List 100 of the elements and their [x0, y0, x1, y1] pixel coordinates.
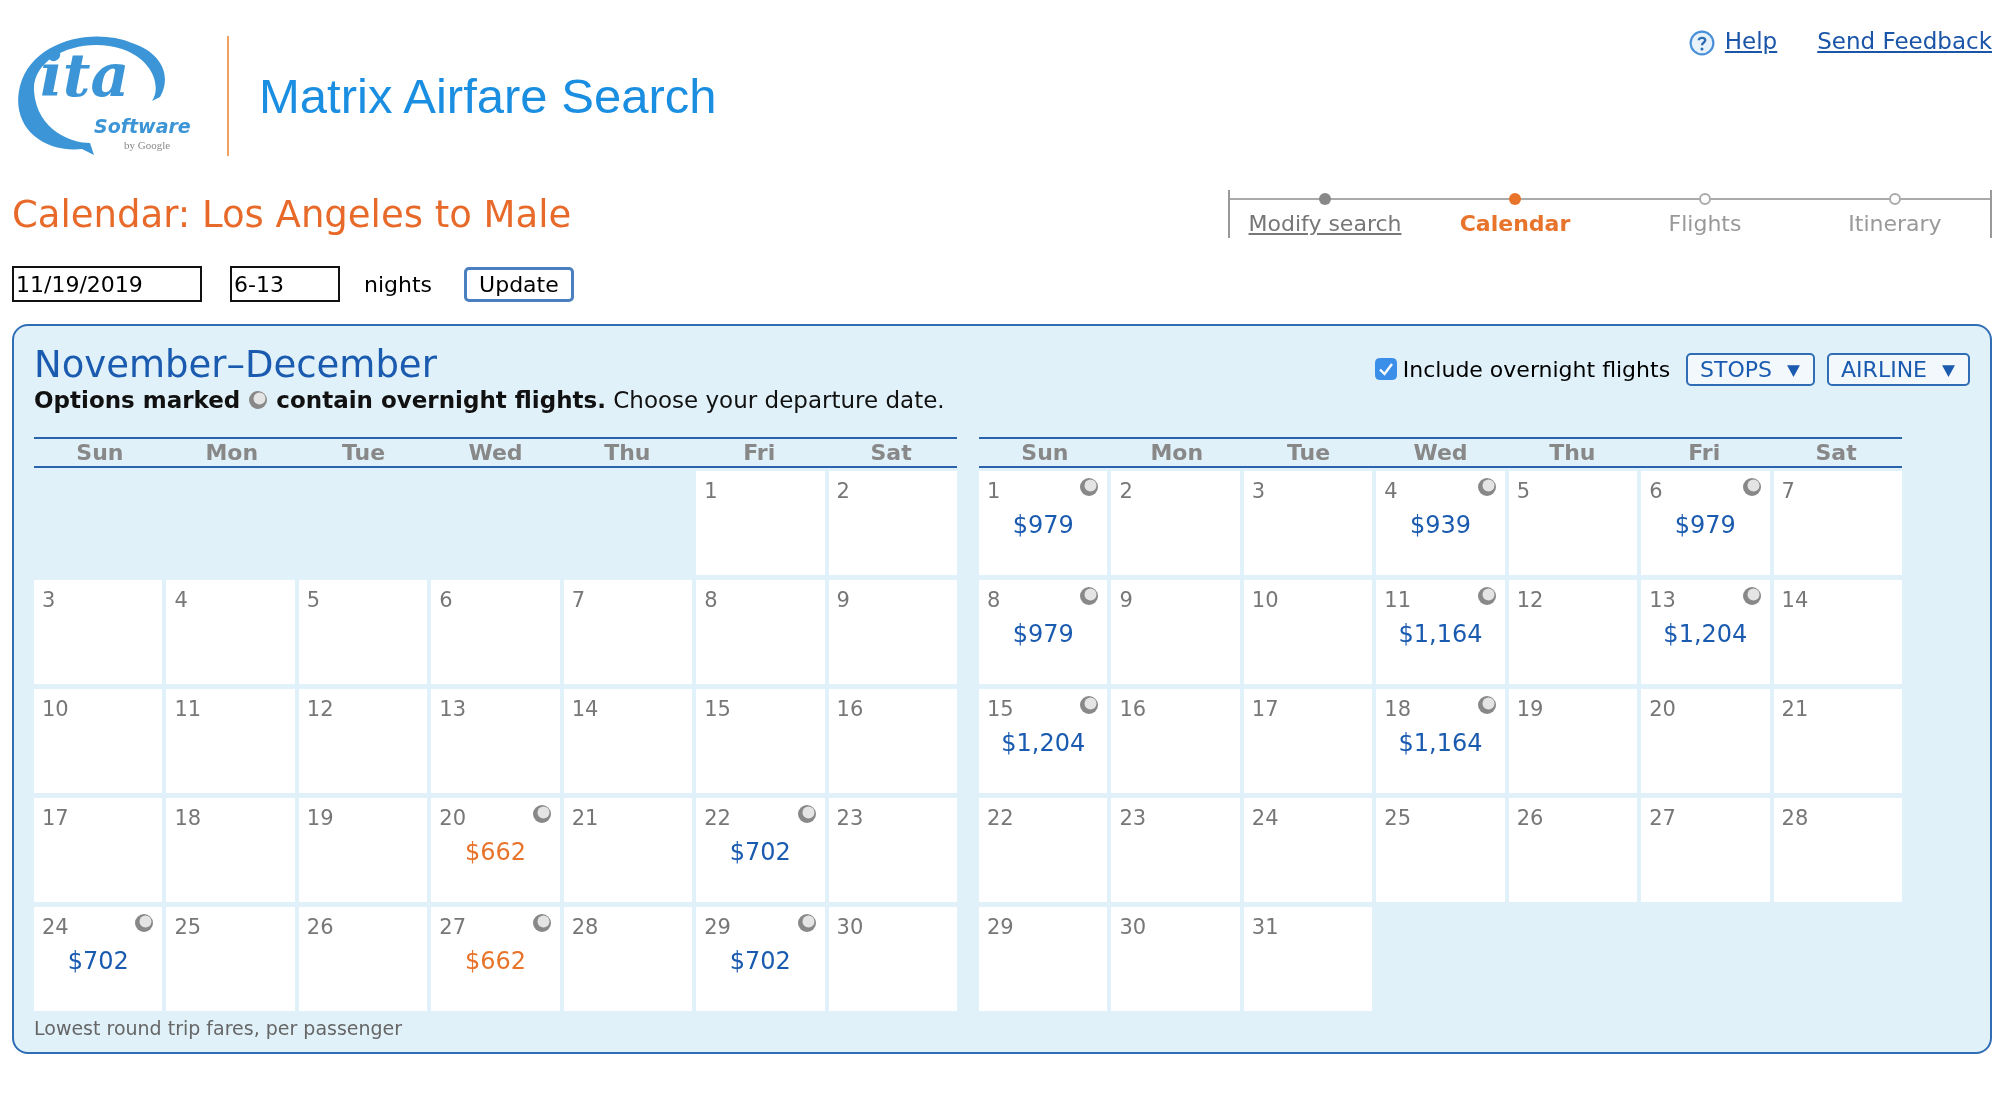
weekday-label: Tue — [341, 438, 387, 466]
fare-price[interactable]: $702 — [729, 837, 791, 866]
weekday-label: Sun — [75, 438, 125, 466]
day-number: 2 — [1119, 478, 1133, 503]
day-number: 22 — [704, 805, 731, 830]
logo-text: ita — [40, 45, 130, 105]
day-number: 17 — [1251, 696, 1279, 721]
day-cell[interactable]: 11 $1,164 — [1376, 579, 1505, 684]
day-number: 9 — [1119, 587, 1133, 612]
fare-price[interactable]: $702 — [67, 946, 129, 975]
day-cell[interactable]: 22 $702 — [696, 797, 825, 902]
weekday-label: Mon — [204, 438, 260, 466]
weekday-label: Tue — [1286, 438, 1332, 466]
day-number: 18 — [1384, 696, 1411, 721]
day-number: 11 — [174, 696, 202, 721]
day-cell[interactable]: 15 $1,204 — [979, 688, 1108, 793]
fare-price[interactable]: $1,164 — [1398, 728, 1483, 757]
update-button[interactable]: Update — [464, 266, 574, 302]
day-cell[interactable]: 29 $702 — [696, 906, 825, 1011]
day-number: 4 — [1384, 478, 1398, 503]
day-number: 15 — [987, 696, 1014, 721]
day-cell[interactable]: 13 $1,204 — [1641, 579, 1770, 684]
fare-price[interactable]: $1,204 — [1001, 728, 1086, 757]
day-number: 27 — [1649, 805, 1676, 830]
day-number: 20 — [1649, 696, 1676, 721]
day-number: 31 — [1251, 914, 1279, 939]
day-number: 1 — [704, 478, 718, 503]
fare-price[interactable]: $1,204 — [1663, 619, 1748, 648]
day-number: 11 — [1384, 587, 1411, 612]
overnight-checkbox[interactable] — [1374, 358, 1397, 380]
day-cell[interactable]: 20 $662 — [431, 797, 560, 902]
day-number: 4 — [174, 587, 188, 612]
day-cell[interactable]: 8 $979 — [979, 579, 1108, 684]
top-link[interactable]: Help — [1724, 28, 1778, 54]
filter-dropdown[interactable]: AIRLINE — [1827, 352, 1970, 386]
day-number: 13 — [1649, 587, 1676, 612]
day-number: 16 — [836, 696, 864, 721]
weekday-label: Wed — [467, 438, 524, 466]
caret-icon — [1941, 362, 1956, 378]
footer-note: Lowest round trip fares, per passenger — [34, 1016, 404, 1039]
day-number: 27 — [439, 914, 466, 939]
day-number: 18 — [174, 805, 202, 830]
day-number: 8 — [987, 587, 1001, 612]
day-number: 12 — [1516, 587, 1544, 612]
day-number: 21 — [571, 805, 599, 830]
day-number: 30 — [836, 914, 864, 939]
nights-field[interactable]: 6-13 — [230, 266, 340, 302]
day-number: 24 — [1251, 805, 1279, 830]
weekday-label: Sat — [869, 438, 913, 466]
day-cell[interactable]: 4 $939 — [1376, 470, 1505, 575]
fare-price[interactable]: $979 — [1012, 619, 1074, 648]
day-number: 3 — [1251, 478, 1266, 503]
weekday-label: Thu — [1548, 438, 1597, 466]
day-number: 26 — [1516, 805, 1544, 830]
day-number: 28 — [571, 914, 599, 939]
day-number: 10 — [1251, 587, 1279, 612]
fare-price[interactable]: $1,164 — [1398, 619, 1483, 648]
weekday-label: Sat — [1814, 438, 1858, 466]
day-number: 12 — [306, 696, 334, 721]
day-number: 22 — [987, 805, 1014, 830]
day-cell[interactable]: 27 $662 — [431, 906, 560, 1011]
day-cell[interactable]: 18 $1,164 — [1376, 688, 1505, 793]
logo-text: by Google — [124, 139, 171, 151]
date-field[interactable]: 11/19/2019 — [12, 266, 202, 302]
day-number: 14 — [1781, 587, 1809, 612]
day-number: 7 — [1781, 478, 1795, 503]
day-cell[interactable]: 1 $979 — [979, 470, 1108, 575]
day-number: 30 — [1119, 914, 1147, 939]
weekday-label: Fri — [1687, 438, 1722, 466]
day-number: 17 — [42, 805, 69, 830]
day-number: 5 — [1516, 478, 1531, 503]
day-number: 25 — [1384, 805, 1411, 830]
fare-price[interactable]: $939 — [1409, 510, 1472, 539]
day-number: 20 — [439, 805, 466, 830]
fare-price[interactable]: $979 — [1674, 510, 1736, 539]
fare-price[interactable]: $702 — [729, 946, 791, 975]
day-number: 24 — [42, 914, 69, 939]
day-number: 6 — [439, 587, 453, 612]
months-title: November–December — [34, 344, 438, 387]
day-cell[interactable]: 24 $702 — [34, 906, 163, 1011]
filter-dropdown[interactable]: STOPS — [1686, 352, 1816, 386]
weekday-label: Thu — [603, 438, 652, 466]
weekday-label: Wed — [1412, 438, 1469, 466]
day-number: 28 — [1781, 805, 1809, 830]
day-number: 10 — [42, 696, 69, 721]
day-number: 2 — [836, 478, 850, 503]
day-number: 5 — [306, 587, 321, 612]
day-number: 29 — [987, 914, 1014, 939]
top-link[interactable]: Send Feedback — [1817, 28, 1992, 54]
fare-price[interactable]: $979 — [1012, 510, 1074, 539]
day-number: 3 — [42, 587, 56, 612]
weekday-label: Fri — [742, 438, 777, 466]
help-icon[interactable] — [1688, 30, 1715, 56]
weekday-label: Sun — [1020, 438, 1070, 466]
day-number: 16 — [1119, 696, 1147, 721]
day-cell[interactable]: 6 $979 — [1641, 470, 1770, 575]
day-number: 13 — [439, 696, 466, 721]
step-label[interactable]: Modify search — [1248, 211, 1402, 236]
day-number: 7 — [571, 587, 586, 612]
nights-label: nights — [364, 271, 433, 297]
